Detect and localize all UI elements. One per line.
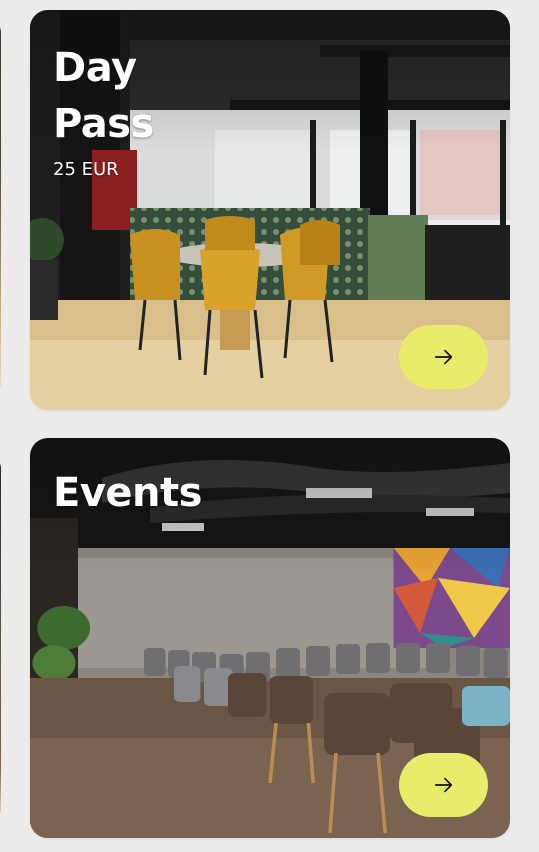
arrow-right-icon — [434, 349, 452, 365]
card-title-line: Day — [53, 45, 137, 91]
previous-card-edge[interactable] — [0, 458, 1, 820]
events-card[interactable]: Events — [30, 438, 510, 838]
card-title: Day Pass — [53, 40, 154, 152]
arrow-right-icon — [434, 777, 452, 793]
open-day-pass-button[interactable] — [399, 325, 488, 389]
open-events-button[interactable] — [399, 753, 488, 817]
card-title-line: Pass — [53, 101, 154, 147]
product-cards-page: Day Pass 25 EUR Events — [0, 0, 539, 852]
card-title: Events — [53, 470, 202, 516]
card-price: 25 EUR — [53, 159, 119, 180]
previous-card-edge[interactable] — [0, 22, 1, 394]
day-pass-card[interactable]: Day Pass 25 EUR — [30, 10, 510, 410]
